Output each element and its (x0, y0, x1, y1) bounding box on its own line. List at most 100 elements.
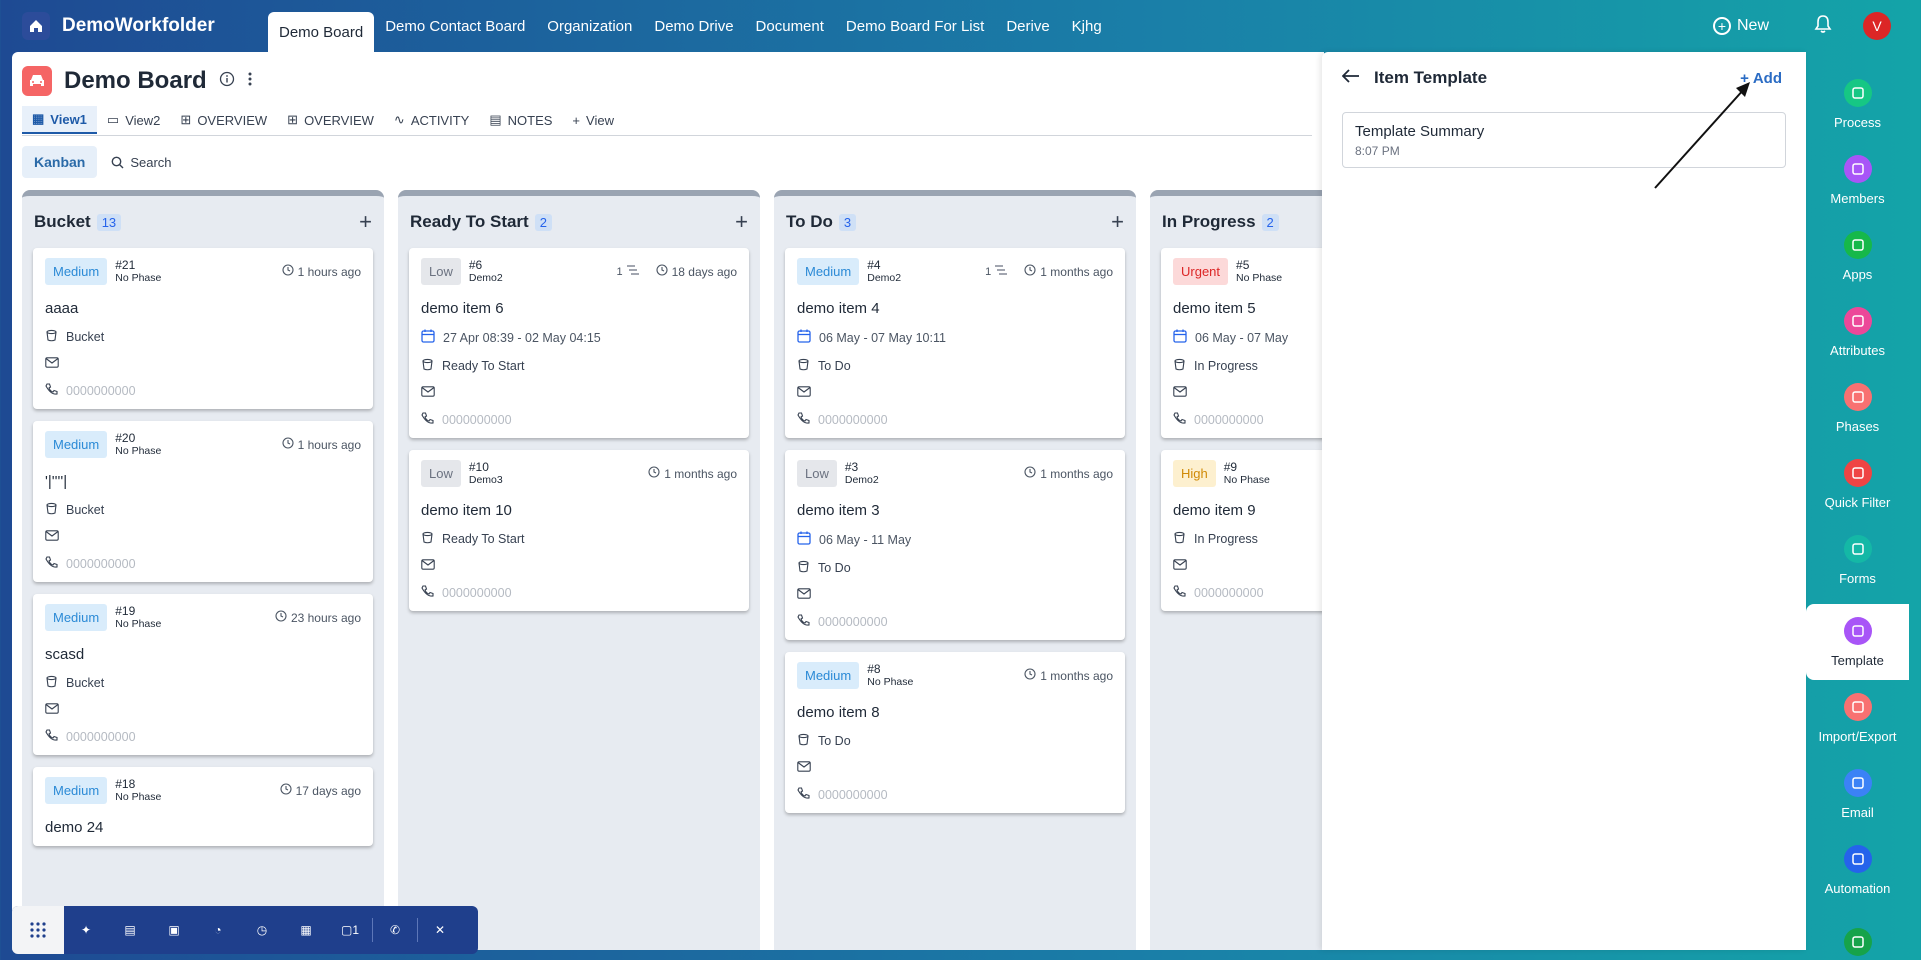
sparkle-icon[interactable]: ✦ (64, 906, 108, 954)
sidebar-item-email[interactable]: Email (1806, 756, 1909, 832)
email-row[interactable] (1173, 386, 1324, 400)
tab-notes[interactable]: ▤ NOTES (479, 106, 562, 134)
more-options-icon[interactable] (247, 71, 253, 92)
clock-icon (275, 610, 287, 625)
back-arrow-icon[interactable] (1341, 68, 1360, 88)
sidebar-item-import-export[interactable]: Import/Export (1806, 680, 1909, 756)
add-view-button[interactable]: + View (562, 106, 624, 134)
item-title: demo item 6 (421, 300, 504, 317)
pin-off-icon[interactable]: ✕ (418, 906, 462, 954)
nav-tab-kjhg[interactable]: Kjhg (1061, 0, 1113, 52)
rb-icon (1843, 928, 1872, 956)
clock-icon (282, 264, 294, 279)
chat-icon[interactable]: ▢ 1 (328, 906, 372, 954)
email-row[interactable] (797, 761, 1113, 775)
item-card[interactable]: Medium #4 Demo2 1 1 months ago demo item 4 06 … (785, 248, 1125, 438)
subitem-count: 1 (616, 264, 639, 279)
sidebar-item-phases[interactable]: Phases (1806, 370, 1909, 446)
nav-tab-demo-board-for-list[interactable]: Demo Board For List (835, 0, 995, 52)
item-number: #10 (468, 460, 489, 474)
email-row[interactable] (45, 530, 361, 544)
nav-tab-organization[interactable]: Organization (536, 0, 643, 52)
sidebar-item-extra[interactable] (1806, 908, 1909, 960)
email-row[interactable] (421, 559, 737, 573)
item-card[interactable]: Urgent #5 No Phase demo item 5 06 May - 07 M… (1161, 248, 1324, 438)
tab-overview-2[interactable]: ⊞ OVERVIEW (277, 106, 384, 134)
phone-row[interactable]: 0000000000 (797, 412, 1113, 428)
item-card[interactable]: Low #3 Demo2 1 months ago demo item 3 06 May … (785, 450, 1125, 640)
bucket-row: To Do (797, 733, 1113, 749)
item-card[interactable]: Medium #8 No Phase 1 months ago demo item 8 T… (785, 652, 1125, 813)
card-icon[interactable]: ▣ (152, 906, 196, 954)
phone-row[interactable]: 0000000000 (45, 556, 361, 572)
sidebar-item-template[interactable]: Template (1806, 604, 1909, 680)
info-icon[interactable] (219, 71, 235, 92)
email-row[interactable] (797, 386, 1113, 400)
email-row[interactable] (797, 588, 1113, 602)
phone-icon (421, 412, 434, 428)
email-row[interactable] (45, 357, 361, 371)
sidebar-item-automation[interactable]: Automation (1806, 832, 1909, 908)
search-button[interactable]: Search (103, 147, 179, 178)
new-button[interactable]: + New (1712, 17, 1769, 35)
add-item-button[interactable]: + (1111, 211, 1124, 233)
card-list: Low #6 Demo2 1 18 days ago demo item 6 27 Apr … (398, 236, 760, 611)
bell-icon[interactable] (1813, 14, 1833, 39)
sidebar-item-quick-filter[interactable]: Quick Filter (1806, 446, 1909, 522)
sidebar-item-process[interactable]: Process (1806, 66, 1909, 142)
avatar[interactable]: V (1863, 12, 1891, 40)
item-card[interactable]: Medium #20 No Phase 1 hours ago '|''''| Bucke… (33, 421, 373, 582)
brand-name: DemoWorkfolder (62, 15, 215, 36)
grid-icon: ⊞ (180, 112, 192, 127)
tab-view2[interactable]: ▭ View2 (97, 106, 170, 134)
sidebar-item-forms[interactable]: Forms (1806, 522, 1909, 598)
phone-row[interactable]: 0000000000 (797, 614, 1113, 630)
kanban-button[interactable]: Kanban (22, 146, 98, 178)
sidebar-item-members[interactable]: Members (1806, 142, 1909, 218)
sidebar-item-apps[interactable]: Apps (1806, 218, 1909, 294)
apps-grid-icon[interactable] (12, 906, 64, 954)
template-list-item[interactable]: Template Summary 8:07 PM (1342, 112, 1786, 168)
phone-row[interactable]: 0000000000 (797, 787, 1113, 803)
nav-tab-demo-board[interactable]: Demo Board (268, 12, 375, 52)
page-title: Demo Board (64, 67, 207, 94)
item-card[interactable]: Low #10 Demo3 1 months ago demo item 10 Ready… (409, 450, 749, 611)
add-item-button[interactable]: + (359, 211, 372, 233)
nav-tab-document[interactable]: Document (745, 0, 835, 52)
phone-row[interactable]: 0000000000 (1173, 412, 1324, 428)
column-count-badge: 2 (1261, 213, 1279, 231)
add-template-button[interactable]: + Add (1740, 70, 1782, 87)
phone-icon[interactable]: ✆ (373, 906, 417, 954)
timer-icon[interactable]: ◷ (240, 906, 284, 954)
tab-activity[interactable]: ∿ ACTIVITY (384, 106, 479, 134)
item-title: demo item 8 (797, 704, 880, 721)
sidebar-item-label: Template (1831, 652, 1884, 668)
home-icon[interactable] (22, 12, 50, 40)
nav-tab-derive[interactable]: Derive (995, 0, 1060, 52)
gauge-icon[interactable]: ◔ (196, 906, 240, 954)
tab-overview-1[interactable]: ⊞ OVERVIEW (170, 106, 277, 134)
email-row[interactable] (421, 386, 737, 400)
item-card[interactable]: Medium #18 No Phase 17 days ago demo 24 (33, 767, 373, 846)
phone-row[interactable]: 0000000000 (421, 585, 737, 601)
brand[interactable]: DemoWorkfolder (0, 12, 268, 40)
add-item-button[interactable]: + (735, 211, 748, 233)
phone-row[interactable]: 0000000000 (45, 729, 361, 745)
item-card[interactable]: Medium #19 No Phase 23 hours ago scasd Bucket… (33, 594, 373, 755)
phone-row[interactable]: 0000000000 (1173, 585, 1324, 601)
notes-icon[interactable]: ▤ (108, 906, 152, 954)
sidebar-item-attributes[interactable]: Attributes (1806, 294, 1909, 370)
nav-tab-demo-contact-board[interactable]: Demo Contact Board (374, 0, 536, 52)
tab-view1[interactable]: ▦ View1 (22, 106, 97, 134)
phone-row[interactable]: 0000000000 (45, 383, 361, 399)
priority-badge: Medium (45, 777, 108, 804)
item-card[interactable]: Low #6 Demo2 1 18 days ago demo item 6 27 Apr … (409, 248, 749, 438)
nav-tab-demo-drive[interactable]: Demo Drive (643, 0, 744, 52)
email-row[interactable] (45, 703, 361, 717)
phone-row[interactable]: 0000000000 (421, 412, 737, 428)
email-row[interactable] (1173, 559, 1324, 573)
item-card[interactable]: Medium #21 No Phase 1 hours ago aaaa Bucket 00… (33, 248, 373, 409)
item-card[interactable]: High #9 No Phase demo item 9 In Progress 0000… (1161, 450, 1324, 611)
date-range-text: 06 May - 07 May (1195, 330, 1289, 345)
calendar-icon[interactable]: ▦ (284, 906, 328, 954)
